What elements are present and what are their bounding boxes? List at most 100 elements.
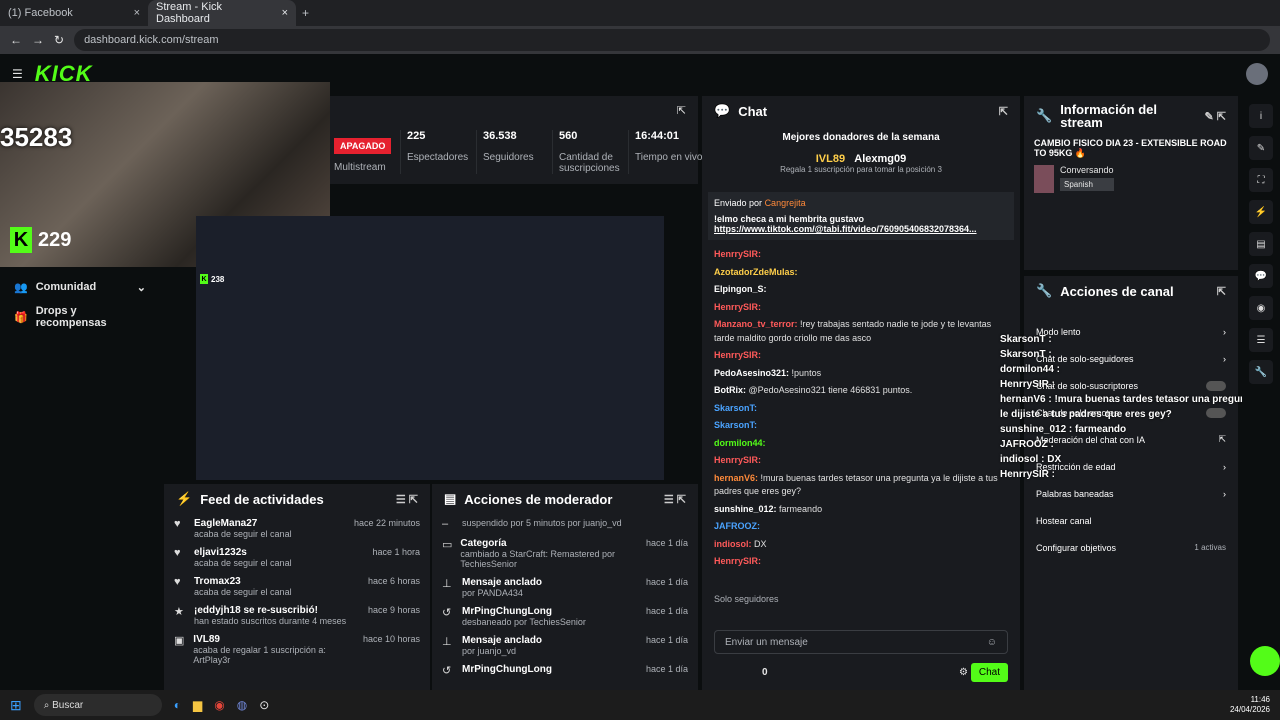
chat-message: BotRix: @PedoAsesino321 tiene 466831 pun…: [702, 382, 1020, 400]
chat-username[interactable]: HenrrySIR:: [714, 302, 761, 312]
popout-icon[interactable]: ⇱: [677, 104, 686, 117]
settings-icon[interactable]: ⚙: [959, 667, 968, 678]
chat-username[interactable]: JAFROOZ:: [714, 521, 760, 531]
chat-message: HenrrySIR:: [702, 347, 1020, 365]
chat-message: JAFROOZ:: [702, 518, 1020, 536]
edit-icon[interactable]: ✎: [1249, 136, 1273, 160]
browser-tab-active[interactable]: Stream - Kick Dashboard ×: [148, 0, 296, 26]
kick-k-icon: K: [200, 274, 208, 284]
pinned-text: !elmo checa a mi hembrita gustavo: [714, 214, 865, 224]
chat-username[interactable]: HenrrySIR:: [714, 249, 761, 259]
donor-name[interactable]: IVL89: [816, 153, 845, 165]
chat-icon[interactable]: 💬: [1249, 264, 1273, 288]
pinned-label: Enviado por: [714, 198, 763, 208]
panel-header: ▤ Acciones de moderador ☰ ⇱: [432, 484, 698, 514]
fullscreen-icon[interactable]: ⛶: [1249, 168, 1273, 192]
menu-icon[interactable]: ☰: [12, 67, 23, 81]
chat-username[interactable]: sunshine_012:: [714, 504, 777, 514]
filter-icon[interactable]: ☰ ⇱: [396, 493, 418, 506]
chat-username[interactable]: indiosol:: [714, 539, 752, 549]
steam-icon[interactable]: ⊙: [259, 698, 269, 712]
row-time: hace 1 día: [645, 606, 688, 616]
sidebar-item-comunidad[interactable]: 👥 Comunidad ⌄: [0, 272, 160, 302]
list-item: ↺ MrPingChungLong desbaneado por TechiesSe…: [432, 602, 698, 631]
action-host[interactable]: Hostear canal: [1024, 507, 1238, 534]
chat-username[interactable]: dormilon44:: [714, 438, 766, 448]
stream-title: CAMBIO FISICO DIA 23 - EXTENSIBLE ROAD T…: [1034, 138, 1227, 158]
bolt-icon[interactable]: ⚡: [1249, 200, 1273, 224]
chat-username[interactable]: SkarsonT:: [714, 420, 757, 430]
new-tab-icon[interactable]: +: [302, 6, 309, 20]
chat-username[interactable]: HenrrySIR:: [714, 455, 761, 465]
url-field[interactable]: dashboard.kick.com/stream: [74, 29, 1270, 51]
sidebar-item-drops[interactable]: 🎁 Drops y recompensas: [0, 302, 160, 332]
filter-icon[interactable]: ☰ ⇱: [664, 493, 686, 506]
chat-username[interactable]: BotRix:: [714, 385, 746, 395]
back-icon[interactable]: ←: [10, 33, 22, 47]
discord-icon[interactable]: ◍: [237, 698, 247, 712]
stream-preview[interactable]: K 238: [196, 216, 664, 480]
chat-message: SkarsonT:: [702, 417, 1020, 435]
chrome-icon[interactable]: ◉: [214, 698, 224, 712]
row-subtitle: han estado suscritos durante 4 meses: [194, 616, 347, 626]
info-icon[interactable]: i: [1249, 104, 1273, 128]
chat-username[interactable]: Elpingon_S:: [714, 284, 767, 294]
undo-icon: ↺: [442, 665, 452, 677]
windows-start-icon[interactable]: ⊞: [10, 697, 22, 714]
points-count: 0: [762, 667, 768, 678]
stat-label: Seguidores: [483, 152, 534, 163]
pinned-link[interactable]: https://www.tiktok.com/@tabi.fit/video/7…: [714, 224, 1008, 234]
list-icon[interactable]: ☰: [1249, 328, 1273, 352]
pinned-user[interactable]: Cangrejita: [765, 198, 806, 208]
send-chat-button[interactable]: Chat: [970, 663, 1008, 682]
search-label: Buscar: [52, 699, 84, 711]
chevron-right-icon: ›: [1223, 488, 1226, 499]
action-banned-words[interactable]: Palabras baneadas ›: [1024, 480, 1238, 507]
broadcast-icon[interactable]: ◉: [1249, 296, 1273, 320]
close-icon[interactable]: ×: [282, 7, 288, 19]
popout-icon[interactable]: ⇱: [999, 105, 1008, 118]
chat-input-placeholder: Enviar un mensaje: [725, 636, 808, 648]
edit-icon[interactable]: ✎ ⇱: [1205, 110, 1227, 123]
chat-username[interactable]: HenrrySIR:: [714, 556, 761, 566]
chat-username[interactable]: Manzano_tv_terror:: [714, 319, 798, 329]
edge-icon[interactable]: ◐: [174, 698, 181, 712]
reload-icon[interactable]: ↻: [54, 33, 64, 47]
pinned-message[interactable]: Enviado por Cangrejita !elmo checa a mi …: [708, 192, 1014, 240]
chat-username[interactable]: AzotadorZdeMulas:: [714, 267, 798, 277]
chat-username[interactable]: HenrrySIR:: [714, 350, 761, 360]
avatar[interactable]: [1246, 63, 1268, 85]
chat-message: SkarsonT:: [702, 400, 1020, 418]
popout-icon[interactable]: ⇱: [1217, 285, 1226, 298]
taskbar-search[interactable]: ⌕ Buscar: [33, 694, 162, 716]
chat-text: @PedoAsesino321 tiene 466831 puntos.: [748, 385, 913, 395]
document-icon[interactable]: ▤: [1249, 232, 1273, 256]
emoji-icon[interactable]: ☺: [987, 637, 997, 648]
dash-icon: –: [442, 518, 449, 530]
system-clock[interactable]: 11:46 24/04/2026: [1230, 695, 1270, 714]
heart-icon: ♥: [174, 518, 181, 530]
close-icon[interactable]: ×: [134, 7, 140, 19]
chat-message: dormilon44:: [702, 435, 1020, 453]
row-title: Mensaje anclado: [462, 635, 543, 646]
forward-icon[interactable]: →: [32, 33, 44, 47]
overlay-line: HenrrySIR :: [1000, 469, 1056, 480]
search-icon: ⌕: [43, 699, 50, 711]
support-icon[interactable]: [1250, 646, 1280, 676]
donor-name[interactable]: Alexmg09: [854, 153, 906, 165]
folder-icon[interactable]: ▆: [193, 698, 202, 712]
stats-row: 225 Espectadores 36.538 Seguidores 560 Cant…: [400, 130, 704, 174]
browser-tab[interactable]: (1) Facebook ×: [0, 0, 148, 26]
row-time: hace 1 día: [645, 538, 688, 548]
status-badge: APAGADO: [334, 138, 392, 154]
action-goals[interactable]: Configurar objetivos 1 activas: [1024, 534, 1238, 561]
chat-username[interactable]: SkarsonT:: [714, 403, 757, 413]
wrench-icon[interactable]: 🔧: [1249, 360, 1273, 384]
chat-username[interactable]: PedoAsesino321:: [714, 368, 789, 378]
chevron-down-icon: ⌄: [136, 281, 146, 294]
row-subtitle: suspendido por 5 minutos por juanjo_vd: [462, 518, 622, 528]
tab-label: Stream - Kick Dashboard: [156, 1, 223, 25]
chat-username[interactable]: hernanV6:: [714, 473, 758, 483]
row-subtitle: por PANDA434: [462, 588, 523, 598]
chat-input[interactable]: Enviar un mensaje ☺: [714, 630, 1008, 654]
